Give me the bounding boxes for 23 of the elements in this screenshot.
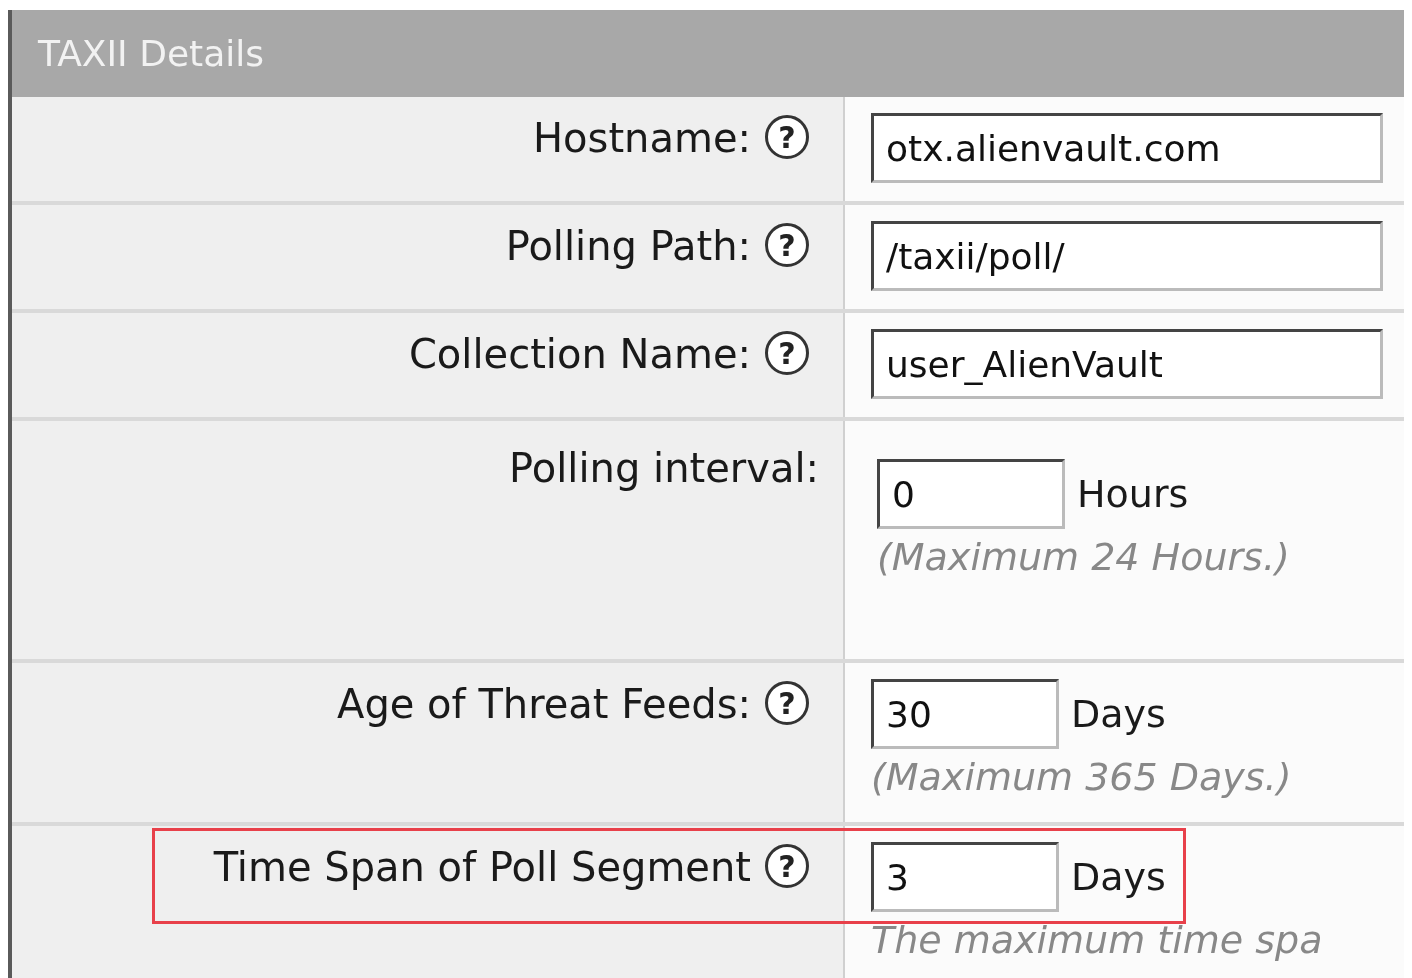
panel-title: TAXII Details [38, 33, 264, 74]
number-field[interactable]: 30 [871, 679, 1059, 749]
field-label: Time Span of Poll Segment [213, 843, 751, 892]
field-label: Polling interval: [509, 444, 819, 493]
hint-text: The maximum time spa [871, 918, 1324, 962]
unit-label: Days [1071, 692, 1166, 736]
field-label: Hostname: [533, 114, 751, 163]
hint-text: (Maximum 365 Days.) [871, 755, 1293, 799]
field-label: Collection Name: [408, 330, 751, 379]
text-field[interactable]: otx.alienvault.com [871, 113, 1383, 183]
number-field[interactable]: 3 [871, 842, 1059, 912]
help-icon[interactable]: ? [765, 223, 809, 267]
field-label: Age of Threat Feeds: [337, 680, 751, 729]
unit-label: Hours [1077, 472, 1189, 516]
text-field[interactable]: /taxii/poll/ [871, 221, 1383, 291]
help-icon[interactable]: ? [765, 844, 809, 888]
help-icon[interactable]: ? [765, 681, 809, 725]
unit-label: Days [1071, 855, 1166, 899]
help-icon[interactable]: ? [765, 331, 809, 375]
field-label: Polling Path: [505, 222, 751, 271]
help-icon[interactable]: ? [765, 115, 809, 159]
hint-text: (Maximum 24 Hours.) [877, 535, 1291, 579]
number-field[interactable]: 0 [877, 459, 1065, 529]
